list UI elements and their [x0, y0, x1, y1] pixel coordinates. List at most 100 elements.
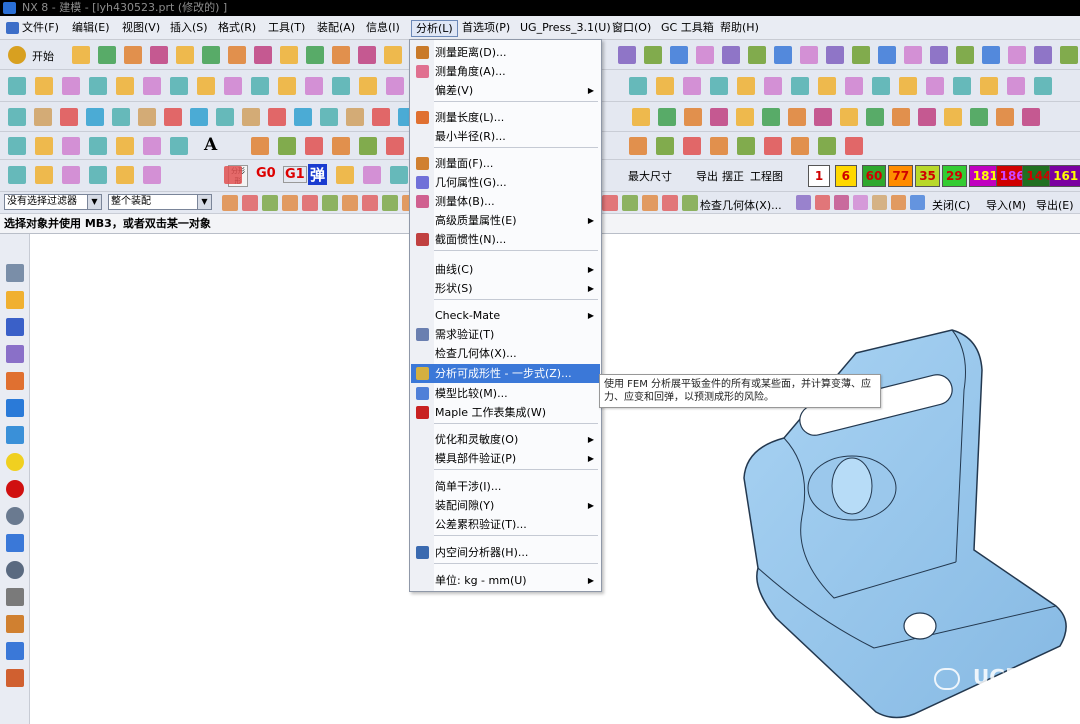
tool-icon[interactable] [98, 46, 116, 64]
snap-tool-icon[interactable] [891, 195, 906, 210]
menu-item-30[interactable]: 内空间分析器(H)... [411, 543, 600, 562]
tool-icon[interactable] [280, 46, 298, 64]
tool-icon[interactable] [866, 108, 884, 126]
tool-icon[interactable] [926, 77, 944, 95]
number-badge-1[interactable]: 6 [834, 165, 857, 187]
tool-icon[interactable] [710, 137, 728, 155]
tool-icon[interactable] [150, 46, 168, 64]
number-badge-5[interactable]: 29 [942, 165, 967, 187]
tool-icon[interactable] [86, 108, 104, 126]
tool-icon[interactable] [710, 108, 728, 126]
menu-13[interactable]: 帮助(H) [716, 20, 763, 37]
snap-tool-icon[interactable] [834, 195, 849, 210]
tool-icon[interactable] [294, 108, 312, 126]
menu-item-26[interactable]: 简单干涉(I)... [411, 477, 600, 496]
spring-button[interactable]: 弹 [308, 164, 328, 185]
menu-item-11[interactable]: 截面惯性(N)... [411, 230, 600, 249]
menu-9[interactable]: 首选项(P) [458, 20, 514, 37]
align-button[interactable]: 摆正 [722, 168, 744, 184]
check-geometry-button[interactable]: 检查几何体(X)... [700, 197, 782, 213]
tool-icon[interactable] [736, 108, 754, 126]
tool-icon[interactable] [683, 137, 701, 155]
tool-icon[interactable] [684, 108, 702, 126]
tool-icon[interactable] [658, 108, 676, 126]
tool-icon[interactable] [953, 77, 971, 95]
snap-tool-icon[interactable] [796, 195, 811, 210]
tool-icon[interactable] [748, 46, 766, 64]
selection-tool-icon[interactable] [602, 195, 618, 211]
menu-item-5[interactable]: 最小半径(R)... [411, 127, 600, 146]
tool-icon[interactable] [918, 108, 936, 126]
tool-icon[interactable] [251, 137, 269, 155]
tool-icon[interactable] [800, 46, 818, 64]
tool-icon[interactable] [982, 46, 1000, 64]
menu-8[interactable]: 分析(L) [411, 20, 458, 37]
tool-icon[interactable] [852, 46, 870, 64]
chevron-down-icon[interactable]: ▼ [87, 195, 101, 209]
number-badge-4[interactable]: 35 [915, 165, 940, 187]
selection-tool-icon[interactable] [342, 195, 358, 211]
selection-tool-icon[interactable] [682, 195, 698, 211]
menu-item-19[interactable]: 分析可成形性 - 一步式(Z)... [411, 364, 600, 383]
app-menu-icon[interactable] [2, 20, 25, 37]
tool-icon[interactable] [818, 137, 836, 155]
number-badge-0[interactable]: 1 [808, 165, 830, 187]
start-icon[interactable] [8, 46, 26, 64]
resource-tab-icon[interactable] [6, 669, 24, 687]
tool-icon[interactable] [386, 137, 404, 155]
scope-select[interactable]: 整个装配 ▼ [108, 194, 212, 210]
tool-icon[interactable] [143, 77, 161, 95]
tool-icon[interactable] [1007, 77, 1025, 95]
tool-icon[interactable] [629, 137, 647, 155]
menu-12[interactable]: GC 工具箱 [657, 20, 718, 37]
menu-item-10[interactable]: 高级质量属性(E) ▶ [411, 211, 600, 230]
tool-icon[interactable] [251, 77, 269, 95]
tool-icon[interactable] [278, 77, 296, 95]
tool-icon[interactable] [216, 108, 234, 126]
tool-icon[interactable] [346, 108, 364, 126]
menu-item-16[interactable]: Check-Mate ▶ [411, 306, 600, 325]
menu-2[interactable]: 视图(V) [118, 20, 164, 37]
tool-icon[interactable] [176, 46, 194, 64]
menu-6[interactable]: 装配(A) [313, 20, 359, 37]
tool-icon[interactable] [306, 46, 324, 64]
tool-icon[interactable] [35, 137, 53, 155]
text-tool-icon[interactable]: A [204, 135, 217, 155]
resource-tab-icon[interactable] [6, 534, 24, 552]
menu-item-20[interactable]: 模型比较(M)... [411, 384, 600, 403]
chevron-down-icon[interactable]: ▼ [197, 195, 211, 209]
tool-icon[interactable] [764, 77, 782, 95]
export-button[interactable]: 导出 [696, 168, 718, 184]
menu-item-18[interactable]: 检查几何体(X)... [411, 344, 600, 363]
tool-icon[interactable] [202, 46, 220, 64]
tool-icon[interactable] [305, 137, 323, 155]
selection-tool-icon[interactable] [262, 195, 278, 211]
tool-icon[interactable] [124, 46, 142, 64]
tool-icon[interactable] [774, 46, 792, 64]
tool-icon[interactable] [632, 108, 650, 126]
g0-button[interactable]: G0 [256, 166, 276, 181]
tool-icon[interactable] [899, 77, 917, 95]
resource-tab-icon[interactable] [6, 615, 24, 633]
menu-item-4[interactable]: 测量长度(L)... [411, 108, 600, 127]
drawing-button[interactable]: 工程图 [750, 168, 783, 184]
tool-icon[interactable] [670, 46, 688, 64]
menu-item-21[interactable]: Maple 工作表集成(W) [411, 403, 600, 422]
resource-tab-icon[interactable] [6, 318, 24, 336]
tool-icon[interactable] [268, 108, 286, 126]
resource-tab-icon[interactable] [6, 453, 24, 471]
tool-icon[interactable] [930, 46, 948, 64]
import-button[interactable]: 导入(M) [986, 197, 1026, 213]
tool-icon[interactable] [1034, 77, 1052, 95]
menu-item-32[interactable]: 单位: kg - mm(U) ▶ [411, 571, 600, 590]
selection-tool-icon[interactable] [662, 195, 678, 211]
tool-icon[interactable] [737, 77, 755, 95]
resource-tab-icon[interactable] [6, 561, 24, 579]
menu-item-2[interactable]: 偏差(V) ▶ [411, 81, 600, 100]
selection-tool-icon[interactable] [222, 195, 238, 211]
tool-icon[interactable] [696, 46, 714, 64]
resource-tab-icon[interactable] [6, 642, 24, 660]
selection-tool-icon[interactable] [302, 195, 318, 211]
tool-icon[interactable] [656, 77, 674, 95]
resource-tab-icon[interactable] [6, 588, 24, 606]
